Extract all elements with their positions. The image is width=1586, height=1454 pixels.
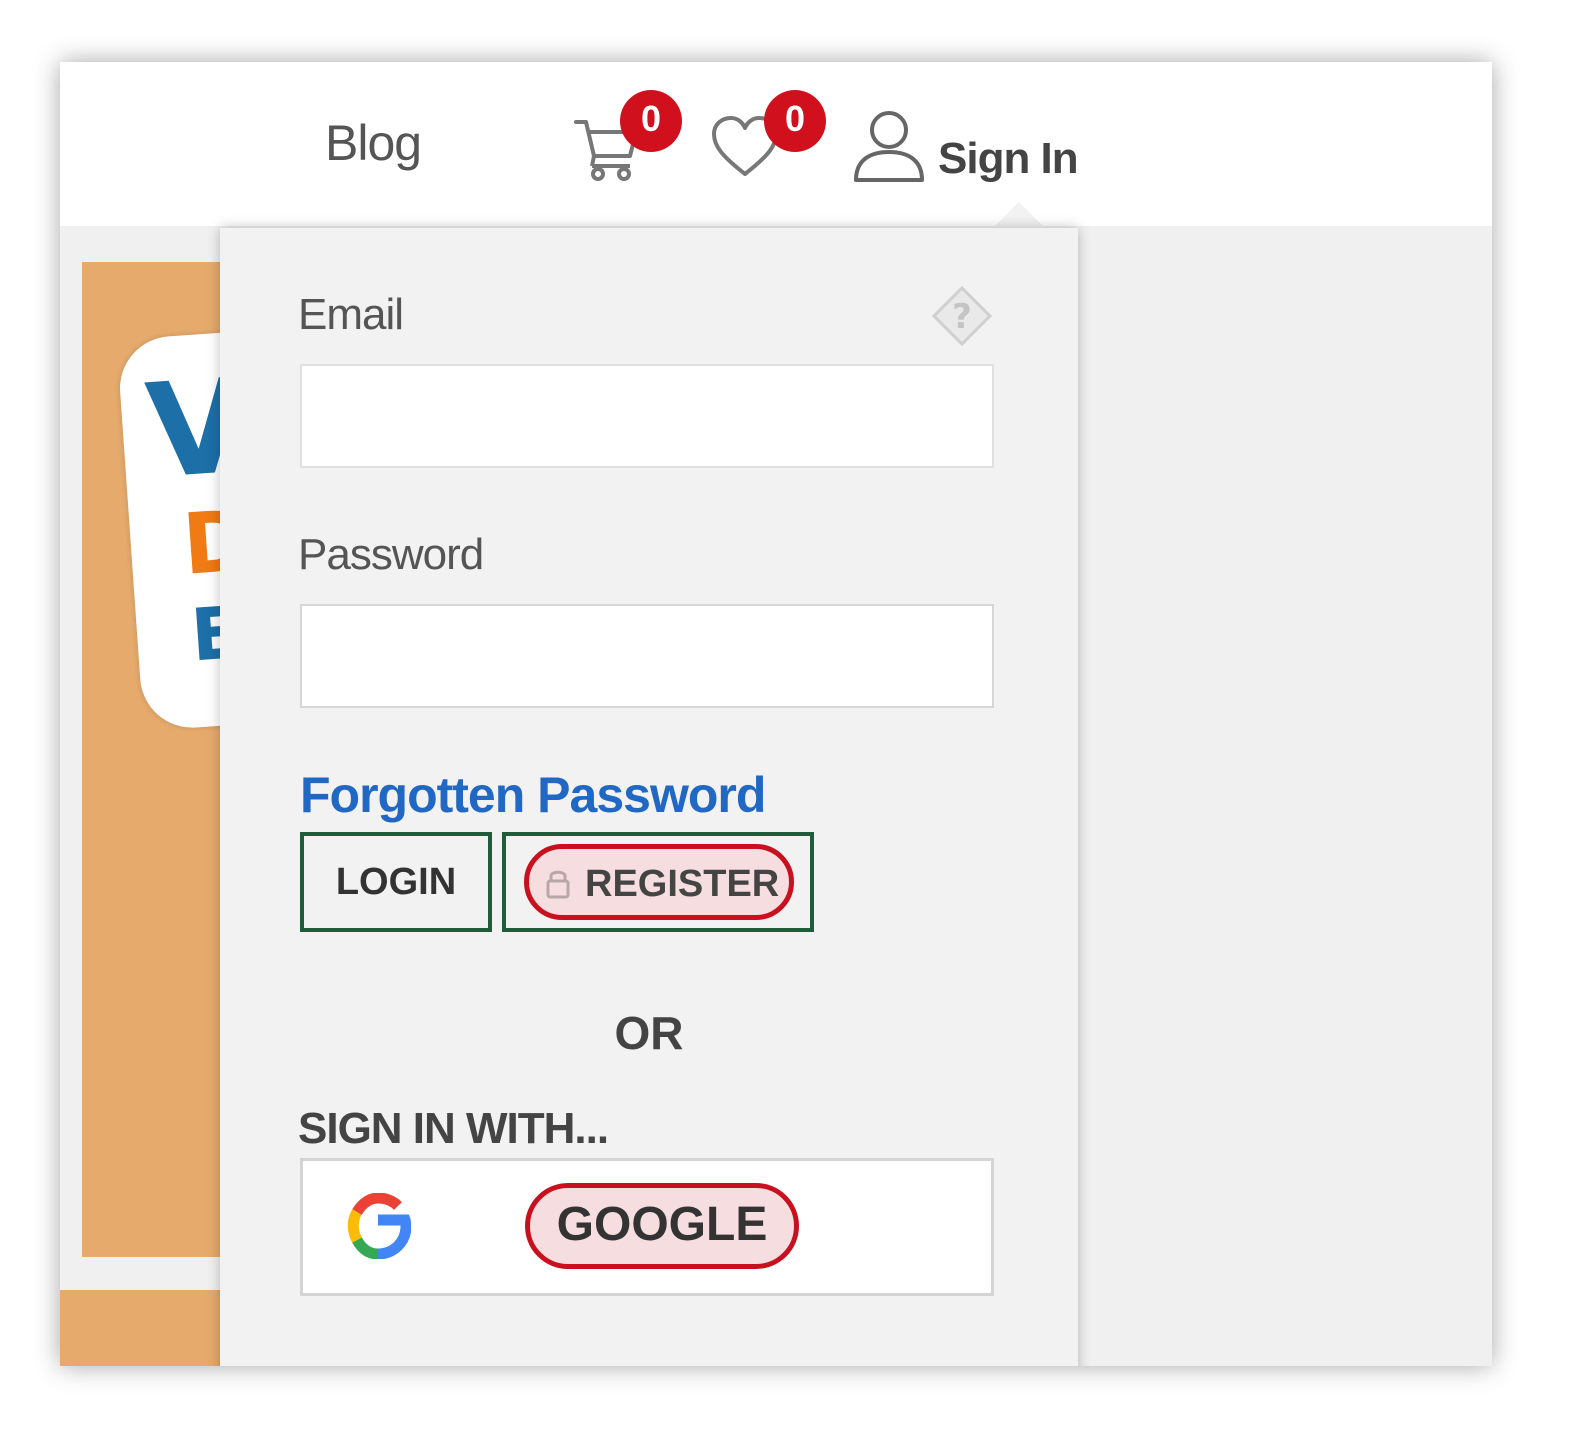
forgot-password-link[interactable]: Forgotten Password xyxy=(300,766,766,824)
sign-in-dropdown: Email ? Password Forgotten Password LOGI… xyxy=(220,228,1078,1366)
google-sign-in-button[interactable]: GOOGLE xyxy=(300,1158,994,1296)
lock-icon xyxy=(546,870,570,899)
register-button[interactable]: REGISTER xyxy=(502,832,814,932)
nav-link-blog[interactable]: Blog xyxy=(325,114,422,172)
help-icon[interactable]: ? xyxy=(930,284,994,348)
login-button[interactable]: LOGIN xyxy=(300,832,492,932)
dropdown-caret xyxy=(993,202,1045,228)
sign-in-with-heading: SIGN IN WITH... xyxy=(298,1104,609,1153)
password-label: Password xyxy=(298,530,484,579)
register-highlight: REGISTER xyxy=(524,844,794,920)
email-label: Email xyxy=(298,290,404,339)
wishlist-count-badge: 0 xyxy=(764,90,826,152)
or-divider: OR xyxy=(614,1007,684,1059)
google-label: GOOGLE xyxy=(525,1183,799,1269)
site-header: Blog 0 0 Sign In xyxy=(60,62,1492,226)
browser-frame: Blog 0 0 Sign In V D E Email ? Password … xyxy=(60,62,1492,1366)
register-label: REGISTER xyxy=(585,863,780,905)
email-field[interactable] xyxy=(300,364,994,468)
google-logo-icon xyxy=(347,1193,411,1259)
sign-in-link[interactable]: Sign In xyxy=(938,134,1079,184)
password-field[interactable] xyxy=(300,604,994,708)
svg-text:?: ? xyxy=(952,297,972,337)
cart-count-badge: 0 xyxy=(620,90,682,152)
user-icon[interactable] xyxy=(852,108,926,184)
